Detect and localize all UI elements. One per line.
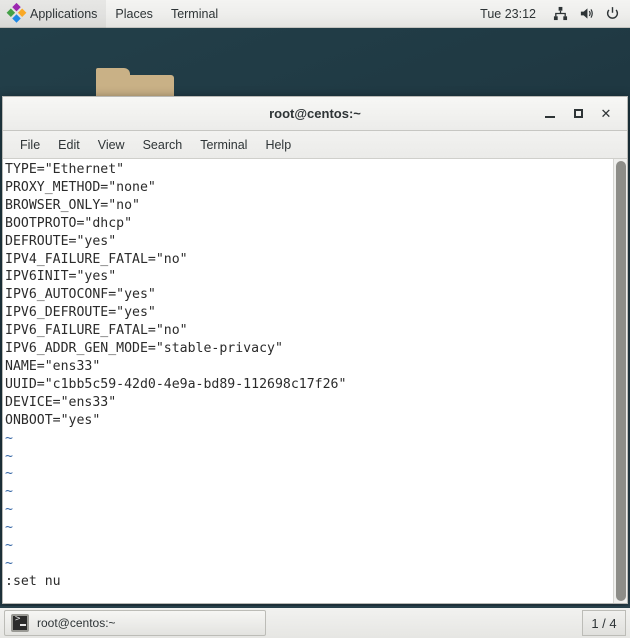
workspace-label: 1 / 4 (591, 615, 617, 631)
terminal-scrollbar[interactable] (613, 159, 627, 603)
terminal-line: BOOTPROTO="dhcp" (5, 215, 133, 231)
menu-item-terminal[interactable]: Terminal (191, 131, 256, 159)
terminal-line: PROXY_METHOD="none" (5, 179, 156, 195)
close-button[interactable]: ✕ (593, 101, 619, 127)
terminal-window: root@centos:~ ✕ File Edit View Search Te… (2, 96, 628, 604)
terminal-line: IPV4_FAILURE_FATAL="no" (5, 251, 188, 267)
vim-empty-line-marker: ~ (5, 502, 13, 518)
menu-applications-label: Applications (30, 6, 98, 21)
menu-applications[interactable]: Applications (0, 0, 107, 28)
window-menubar: File Edit View Search Terminal Help (3, 131, 627, 159)
terminal-line: IPV6_AUTOCONF="yes" (5, 287, 156, 303)
vim-command-line[interactable]: :set nu (5, 573, 613, 591)
menu-item-edit-label: Edit (58, 137, 80, 152)
maximize-button[interactable] (565, 101, 591, 127)
window-titlebar[interactable]: root@centos:~ ✕ (3, 97, 627, 131)
vim-empty-line-marker: ~ (5, 430, 13, 446)
menu-item-search-label: Search (142, 137, 183, 152)
menu-item-file[interactable]: File (11, 131, 49, 159)
terminal-icon (11, 614, 29, 632)
terminal-line: IPV6_FAILURE_FATAL="no" (5, 323, 188, 339)
vim-empty-line-marker: ~ (5, 484, 13, 500)
vim-empty-line-marker: ~ (5, 448, 13, 464)
menu-item-help-label: Help (265, 137, 292, 152)
terminal-line: ONBOOT="yes" (5, 412, 101, 428)
menu-places-label: Places (115, 6, 153, 21)
bottom-panel: root@centos:~ 1 / 4 (0, 606, 630, 638)
menu-item-view[interactable]: View (89, 131, 134, 159)
vim-empty-line-marker: ~ (5, 538, 13, 554)
menu-item-view-label: View (97, 137, 125, 152)
menu-item-search[interactable]: Search (134, 131, 192, 159)
menu-terminal-label: Terminal (170, 6, 219, 21)
terminal-line: IPV6_DEFROUTE="yes" (5, 305, 156, 321)
panel-status-area: Tue 23:12 (470, 0, 630, 28)
vim-empty-line-marker: ~ (5, 520, 13, 536)
power-icon[interactable] (600, 0, 624, 28)
menu-item-edit[interactable]: Edit (49, 131, 89, 159)
terminal-line: UUID="c1bb5c59-42d0-4e9a-bd89-112698c17f… (5, 376, 347, 392)
terminal-body[interactable]: TYPE="Ethernet" PROXY_METHOD="none" BROWSE… (3, 159, 627, 603)
vim-empty-line-marker: ~ (5, 555, 13, 571)
menu-item-terminal-label: Terminal (200, 137, 248, 152)
minimize-button[interactable] (537, 101, 563, 127)
terminal-line: DEFROUTE="yes" (5, 233, 117, 249)
taskbar-item-label: root@centos:~ (37, 616, 116, 630)
terminal-line: NAME="ens33" (5, 358, 101, 374)
scrollbar-thumb[interactable] (616, 161, 626, 601)
network-icon[interactable] (548, 0, 572, 28)
terminal-line: DEVICE="ens33" (5, 394, 117, 410)
vim-empty-line-marker: ~ (5, 466, 13, 482)
taskbar-item-terminal[interactable]: root@centos:~ (4, 610, 266, 636)
workspace-switcher[interactable]: 1 / 4 (582, 610, 626, 636)
terminal-line: IPV6INIT="yes" (5, 269, 117, 285)
clock[interactable]: Tue 23:12 (470, 7, 546, 21)
top-panel: Applications Places Terminal Tue 23:12 (0, 0, 630, 28)
menu-item-file-label: File (20, 137, 41, 152)
terminal-line: TYPE="Ethernet" (5, 162, 125, 177)
window-controls: ✕ (537, 101, 627, 127)
terminal-line: IPV6_ADDR_GEN_MODE="stable-privacy" (5, 341, 283, 357)
menu-places[interactable]: Places (106, 0, 162, 28)
window-title: root@centos:~ (269, 106, 361, 121)
menu-item-help[interactable]: Help (256, 131, 300, 159)
close-icon: ✕ (600, 105, 612, 121)
volume-icon[interactable] (574, 0, 598, 28)
centos-logo-icon (6, 2, 27, 24)
minimize-icon (545, 116, 555, 118)
maximize-icon (573, 109, 583, 118)
terminal-line: BROWSER_ONLY="no" (5, 197, 140, 213)
menu-terminal-app[interactable]: Terminal (162, 0, 227, 28)
terminal-output[interactable]: TYPE="Ethernet" PROXY_METHOD="none" BROWSE… (3, 159, 613, 603)
